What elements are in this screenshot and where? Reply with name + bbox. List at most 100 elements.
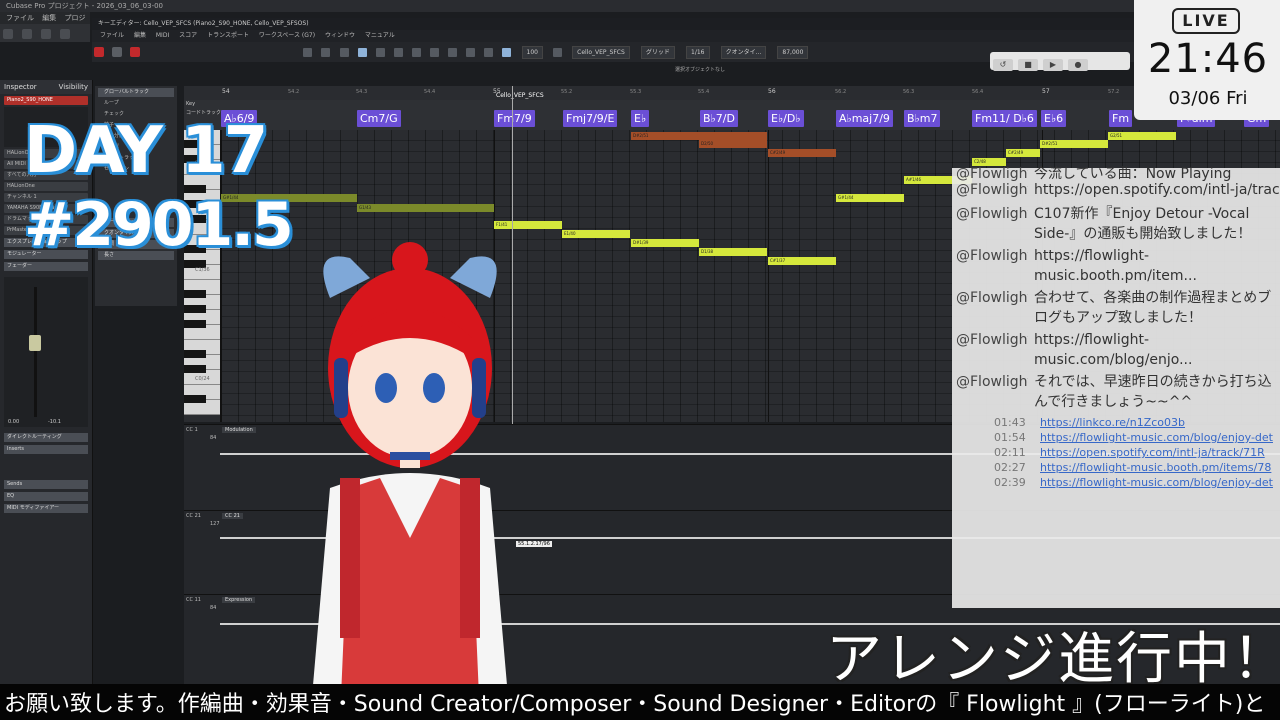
transport-bar: ↺ ■ ▶ ● xyxy=(990,52,1130,71)
editor-menu-file[interactable]: ファイル xyxy=(100,32,124,39)
chapter-link[interactable]: https://flowlight-music.com/blog/enjoy-d… xyxy=(1040,476,1273,490)
stop-icon[interactable]: ■ xyxy=(1018,59,1038,71)
chord-event[interactable]: B♭7/D xyxy=(700,110,738,127)
punch-button[interactable] xyxy=(130,47,141,57)
editor-menu-manual[interactable]: マニュアル xyxy=(365,32,395,39)
chat-text: 合わせて、各楽曲の制作過程まとめブログもアップ致しました！ xyxy=(1034,290,1272,326)
piano-key-black[interactable] xyxy=(184,395,206,403)
editor-menu-edit[interactable]: 編集 xyxy=(134,32,146,39)
redo-icon[interactable] xyxy=(41,29,52,39)
ruler[interactable]: 54 54.2 54.3 54.4 55 55.2 55.3 55.4 56 5… xyxy=(184,86,1280,101)
chord-event[interactable]: Fm xyxy=(1109,110,1133,127)
menu-file[interactable]: ファイル xyxy=(6,14,34,22)
ruler-beat: 56.4 xyxy=(972,89,984,95)
piano-key-black[interactable] xyxy=(184,365,206,373)
chat-text: https://flowlight-music.com/blog/enjo... xyxy=(1034,332,1193,368)
pointer-tool-icon[interactable] xyxy=(357,48,367,57)
midi-note[interactable]: D#2/51 xyxy=(1040,140,1108,148)
quantize-select[interactable]: 1/16 xyxy=(686,46,710,59)
chord-event[interactable]: Fm7/9 xyxy=(494,110,535,127)
filter-icon[interactable] xyxy=(303,48,313,57)
ruler-beat: 55.3 xyxy=(630,89,642,95)
editor-menu-transport[interactable]: トランスポート xyxy=(207,32,249,39)
editor-menu-window[interactable]: ウィンドウ xyxy=(325,32,355,39)
midi-note[interactable]: D#2/51 xyxy=(631,132,767,140)
cc-name: Modulation xyxy=(222,427,256,433)
track-name-field[interactable]: Piano2_S90_HONE xyxy=(4,96,88,105)
section-direct-routing[interactable]: ダイレクトルーティング xyxy=(4,433,88,442)
midi-note[interactable]: G1/43 xyxy=(357,204,494,212)
editor-menu-workspace[interactable]: ワークスペース (G7) xyxy=(259,32,315,39)
ruler-beat: 54.4 xyxy=(424,89,436,95)
cc-number: CC 1 xyxy=(186,427,198,433)
undo-icon[interactable] xyxy=(22,29,33,39)
editor-menubar: ファイル 編集 MIDI スコア トランスポート ワークスペース (G7) ウィ… xyxy=(92,30,1134,42)
loop-button[interactable] xyxy=(112,47,123,57)
midi-note[interactable]: C#2/49 xyxy=(1006,149,1040,157)
piano-key-black[interactable] xyxy=(184,290,206,298)
midi-note[interactable]: C#1/37 xyxy=(768,257,836,265)
draw-tool-icon[interactable] xyxy=(375,48,385,57)
trim-tool-icon[interactable] xyxy=(411,48,421,57)
zoom-tool-icon[interactable] xyxy=(466,48,476,57)
midi-note[interactable]: G2/51 xyxy=(1108,132,1176,140)
ruler-beat: 55.2 xyxy=(561,89,573,95)
color-select[interactable]: クオンタイ... xyxy=(720,46,767,59)
part-select[interactable]: Cello_VEP_SFCS xyxy=(572,46,630,59)
midi-note[interactable]: G#1/44 xyxy=(836,194,904,202)
chord-event[interactable]: E♭6 xyxy=(1041,110,1067,127)
solo-icon[interactable] xyxy=(339,48,349,57)
record-icon[interactable]: ● xyxy=(1068,59,1088,71)
chapter-link[interactable]: https://flowlight-music.com/blog/enjoy-d… xyxy=(1040,431,1273,445)
line-tool-icon[interactable] xyxy=(484,48,494,57)
auto-scroll-icon[interactable] xyxy=(502,48,512,57)
global-track-header[interactable]: グローバルトラック xyxy=(98,88,174,97)
chord-event[interactable]: E♭ xyxy=(631,110,650,127)
record-button[interactable] xyxy=(94,47,104,57)
midi-note[interactable]: C#2/49 xyxy=(768,149,836,157)
home-icon[interactable] xyxy=(3,29,13,39)
chord-event[interactable]: Cm7/G xyxy=(357,110,401,127)
chapter-link[interactable]: https://linkco.re/n1Zco03b xyxy=(1040,416,1185,430)
key-octave-label: C0/24 xyxy=(195,376,210,382)
play-icon[interactable]: ▶ xyxy=(1043,59,1063,71)
chapter-link[interactable]: https://open.spotify.com/intl-ja/track/7… xyxy=(1040,446,1265,460)
split-tool-icon[interactable] xyxy=(430,48,440,57)
piano-key-black[interactable] xyxy=(184,305,206,313)
menu-edit[interactable]: 編集 xyxy=(42,14,56,22)
midi-note[interactable]: E1/40 xyxy=(562,230,630,238)
midi-note[interactable]: D1/38 xyxy=(699,248,767,256)
episode-number: #2901.5 xyxy=(24,190,294,260)
erase-tool-icon[interactable] xyxy=(393,48,403,57)
section-eq[interactable]: EQ xyxy=(4,492,88,501)
piano-key-black[interactable] xyxy=(184,320,206,328)
tab-inspector[interactable]: Inspector xyxy=(4,83,37,91)
glue-tool-icon[interactable] xyxy=(448,48,458,57)
grid-icon[interactable] xyxy=(553,48,563,57)
cycle-icon[interactable]: ↺ xyxy=(993,59,1013,71)
editor-menu-midi[interactable]: MIDI xyxy=(156,32,169,39)
tab-visibility[interactable]: Visibility xyxy=(59,83,88,91)
editor-menu-score[interactable]: スコア xyxy=(179,32,197,39)
chapter-link[interactable]: https://flowlight-music.booth.pm/items/7… xyxy=(1040,461,1271,475)
chord-event[interactable]: B♭m7 xyxy=(904,110,941,127)
zoom-select[interactable]: 100 xyxy=(521,46,543,59)
chord-event[interactable]: Fm11/ D♭6 xyxy=(972,110,1037,127)
section-midi-modifiers[interactable]: MIDI モディファイアー xyxy=(4,504,88,513)
status-line: 選択オブジェクトなし xyxy=(674,67,725,73)
midi-note[interactable]: D2/50 xyxy=(699,140,767,148)
midi-note[interactable]: F1/41 xyxy=(494,221,562,229)
chord-event[interactable]: Fmj7/9/E xyxy=(563,110,618,127)
volume-fader[interactable] xyxy=(29,335,41,351)
mute-icon[interactable] xyxy=(321,48,331,57)
history-icon[interactable] xyxy=(60,29,71,39)
section-inserts[interactable]: Inserts xyxy=(4,445,88,454)
piano-key-black[interactable] xyxy=(184,350,206,358)
section-sends[interactable]: Sends xyxy=(4,480,88,489)
chord-event[interactable]: E♭/D♭ xyxy=(768,110,804,127)
chord-event[interactable]: A♭maj7/9 xyxy=(836,110,893,127)
section-fader[interactable]: フェーダー xyxy=(4,262,88,271)
global-item-loop[interactable]: ループ xyxy=(98,99,174,108)
midi-note[interactable]: D#1/39 xyxy=(631,239,699,247)
snap-type-select[interactable]: グリッド xyxy=(640,46,675,59)
